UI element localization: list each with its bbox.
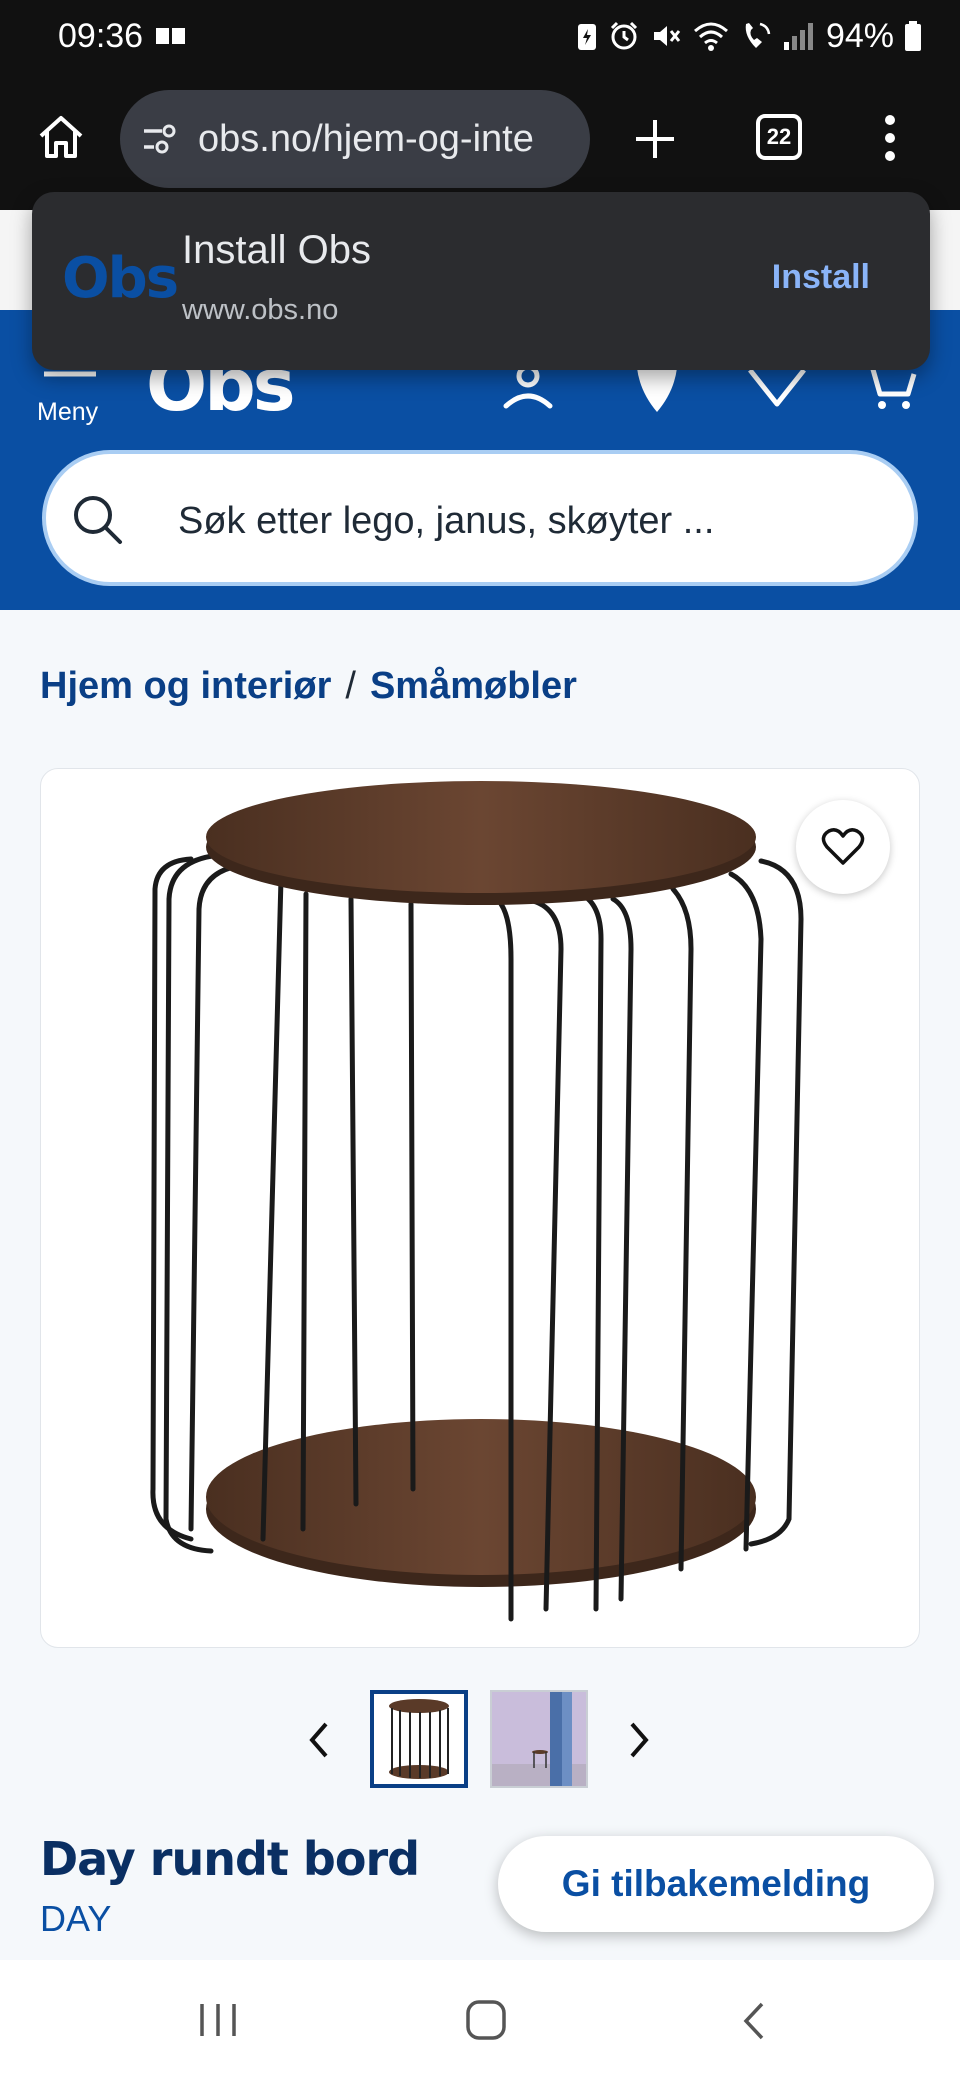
battery-saver-icon <box>577 24 596 50</box>
search-input[interactable]: Søk etter lego, janus, skøyter ... <box>42 450 918 586</box>
thumbnail-room-image <box>492 1692 586 1786</box>
feedback-button[interactable]: Gi tilbakemelding <box>498 1836 934 1932</box>
search-icon <box>74 496 122 544</box>
site-settings-icon[interactable] <box>140 121 180 157</box>
recent-apps-icon[interactable] <box>196 2000 240 2040</box>
previous-image-icon[interactable] <box>304 1720 334 1760</box>
product-image-card[interactable] <box>40 768 920 1648</box>
thumbnail-table[interactable] <box>370 1690 468 1788</box>
wishlist-heart-icon[interactable] <box>746 366 808 410</box>
thumbnail-room[interactable] <box>490 1690 588 1788</box>
home-nav-icon[interactable] <box>464 1998 508 2042</box>
notification-icon <box>156 28 186 44</box>
thumbnail-table-image <box>374 1694 464 1784</box>
back-nav-icon[interactable] <box>738 2000 768 2042</box>
menu-icon[interactable] <box>42 370 98 384</box>
wifi-icon <box>693 22 728 51</box>
install-app-prompt: Obs Install Obs www.obs.no Install <box>32 192 930 370</box>
install-button[interactable]: Install <box>772 258 870 297</box>
breadcrumb-item-smamobler[interactable]: Småmøbler <box>370 665 577 708</box>
favorite-button[interactable] <box>796 800 890 894</box>
next-image-icon[interactable] <box>624 1720 654 1760</box>
breadcrumb-separator: / <box>345 665 356 707</box>
address-bar[interactable]: obs.no/hjem-og-inte <box>120 90 590 188</box>
alarm-icon <box>610 21 637 50</box>
wifi-call-icon <box>745 22 771 48</box>
install-domain: www.obs.no <box>182 294 339 326</box>
menu-label[interactable]: Meny <box>37 398 98 427</box>
product-image[interactable] <box>41 769 920 1648</box>
battery-icon <box>905 21 921 51</box>
tab-count: 22 <box>766 124 792 149</box>
breadcrumb: Hjem og interiør / Småmøbler <box>40 665 577 708</box>
heart-icon <box>821 828 865 865</box>
product-brand[interactable]: DAY <box>40 1898 111 1940</box>
mute-icon <box>653 26 681 46</box>
home-icon[interactable] <box>36 112 86 162</box>
status-time: 09:36 <box>58 16 144 55</box>
user-icon[interactable] <box>500 368 556 412</box>
battery-percent: 94% <box>825 16 894 55</box>
status-bar: 09:36 94% <box>0 0 960 72</box>
product-title: Day rundt bord <box>40 1832 420 1886</box>
install-title: Install Obs <box>182 228 371 272</box>
new-tab-icon[interactable] <box>632 116 678 162</box>
store-location-icon[interactable] <box>634 366 680 414</box>
tab-switcher-button[interactable]: 22 <box>756 114 802 160</box>
install-logo: Obs <box>62 246 179 311</box>
more-options-icon[interactable] <box>880 112 900 164</box>
breadcrumb-item-hjem-og-interior[interactable]: Hjem og interiør <box>40 665 331 708</box>
system-navigation-bar <box>0 1960 960 2080</box>
search-placeholder: Søk etter lego, janus, skøyter ... <box>178 500 715 542</box>
url-text[interactable]: obs.no/hjem-og-inte <box>198 118 534 161</box>
signal-icon <box>783 23 813 50</box>
